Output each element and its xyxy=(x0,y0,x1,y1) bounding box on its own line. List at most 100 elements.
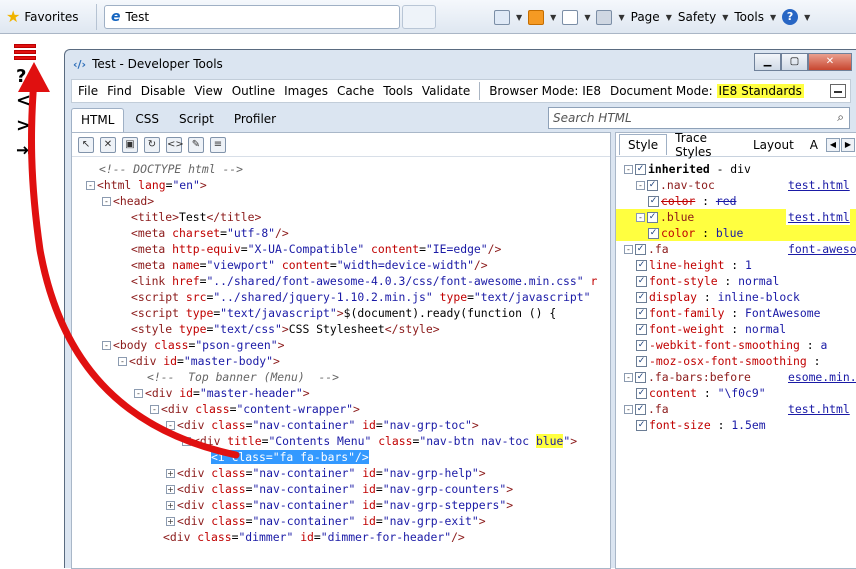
search-html-input[interactable]: Search HTML ⌕ xyxy=(548,107,850,129)
help-dropdown-icon[interactable]: ▼ xyxy=(804,13,810,22)
menu-outline[interactable]: Outline xyxy=(232,84,275,98)
style-checkbox[interactable]: ✓ xyxy=(648,196,659,207)
style-checkbox[interactable]: ✓ xyxy=(636,356,647,367)
style-property[interactable]: ✓ font-family : FontAwesome xyxy=(616,305,856,321)
style-property[interactable]: ✓ -moz-osx-font-smoothing : xyxy=(616,353,856,369)
sign-out-icon[interactable]: ⇥ xyxy=(16,142,31,160)
style-checkbox[interactable]: ✓ xyxy=(636,340,647,351)
stylesheet-link[interactable]: esome.min.css xyxy=(786,369,856,385)
style-checkbox[interactable]: ✓ xyxy=(647,212,658,223)
dom-node[interactable]: + <div class="nav-container" id="nav-grp-… xyxy=(72,465,612,481)
style-checkbox[interactable]: ✓ xyxy=(636,260,647,271)
print-icon[interactable] xyxy=(596,9,613,25)
bars-menu-icon[interactable] xyxy=(14,44,36,64)
refresh-icon[interactable]: ↻ xyxy=(144,136,160,153)
menu-images[interactable]: Images xyxy=(284,84,328,98)
stylesheet-link[interactable]: font-awesome.min.css xyxy=(786,241,856,257)
stylesheet-link[interactable]: test.html xyxy=(786,177,850,193)
menu-find[interactable]: Find xyxy=(107,84,132,98)
tab-style[interactable]: Style xyxy=(619,134,668,155)
minimize-button[interactable]: ▁ xyxy=(754,53,781,71)
style-rule[interactable]: - ✓ .blue test.html xyxy=(616,209,856,225)
style-checkbox[interactable]: ✓ xyxy=(635,372,646,383)
style-checkbox[interactable]: ✓ xyxy=(636,292,647,303)
style-property[interactable]: ✓ color : blue xyxy=(616,225,856,241)
feeds-dropdown-icon[interactable]: ▼ xyxy=(550,13,556,22)
style-checkbox[interactable]: ✓ xyxy=(647,180,658,191)
document-mode-menu[interactable]: Document Mode: IE8 Standards xyxy=(610,84,804,98)
collapse-icon[interactable]: - xyxy=(150,405,159,414)
collapse-icon[interactable]: - xyxy=(636,213,645,222)
minimize-pane-icon[interactable] xyxy=(830,84,846,98)
collapse-icon[interactable]: - xyxy=(118,357,127,366)
word-wrap-icon[interactable]: ≡ xyxy=(210,136,226,153)
dom-node[interactable]: <!-- DOCTYPE html --> xyxy=(72,161,612,177)
collapse-icon[interactable]: - xyxy=(134,389,143,398)
search-icon[interactable]: ⌕ xyxy=(837,110,844,125)
collapse-icon[interactable]: - xyxy=(624,245,633,254)
select-element-icon[interactable]: ↖ xyxy=(78,136,94,153)
collapse-icon[interactable]: - xyxy=(182,437,191,446)
chevron-right-icon[interactable]: > xyxy=(16,117,31,135)
style-checkbox[interactable]: ✓ xyxy=(636,324,647,335)
style-checkbox[interactable]: ✓ xyxy=(635,164,646,175)
menu-cache[interactable]: Cache xyxy=(337,84,374,98)
expand-icon[interactable]: + xyxy=(166,485,175,494)
collapse-icon[interactable]: - xyxy=(86,181,95,190)
dom-node[interactable]: - <head> xyxy=(72,193,612,209)
style-checkbox[interactable]: ✓ xyxy=(635,244,646,255)
scroll-left-icon[interactable]: ◀ xyxy=(826,137,840,152)
stylesheet-link[interactable]: test.html xyxy=(786,401,850,417)
menu-disable[interactable]: Disable xyxy=(141,84,186,98)
dom-node[interactable]: - <div title="Contents Menu" class="nav-b… xyxy=(72,433,612,449)
style-checkbox[interactable]: ✓ xyxy=(636,388,647,399)
clear-icon[interactable]: ✕ xyxy=(100,136,116,153)
tab-css[interactable]: CSS xyxy=(126,108,168,132)
tab-html[interactable]: HTML xyxy=(71,108,125,132)
style-property[interactable]: ✓ color : red xyxy=(616,193,856,209)
favorites-button[interactable]: ★ Favorites xyxy=(6,6,79,28)
dom-node[interactable]: <i class="fa fa-bars"/> xyxy=(72,449,612,465)
dom-node[interactable]: <meta charset="utf-8"/> xyxy=(72,225,612,241)
style-rule[interactable]: -✓.fa-bars:beforeesome.min.css xyxy=(616,369,856,385)
close-button[interactable]: ✕ xyxy=(808,53,852,71)
style-rule[interactable]: - ✓ .fa test.html xyxy=(616,401,856,417)
menu-tools[interactable]: Tools xyxy=(383,84,413,98)
dom-node[interactable]: - <div class="content-wrapper"> xyxy=(72,401,612,417)
collapse-icon[interactable]: - xyxy=(624,405,633,414)
dom-node[interactable]: <script type="text/javascript">$(documen… xyxy=(72,305,612,321)
dom-node[interactable]: <meta http-equiv="X-UA-Compatible" conte… xyxy=(72,241,612,257)
dom-node[interactable]: <meta name="viewport" content="width=dev… xyxy=(72,257,612,273)
style-property[interactable]: ✓ font-style : normal xyxy=(616,273,856,289)
menu-validate[interactable]: Validate xyxy=(422,84,470,98)
style-checkbox[interactable]: ✓ xyxy=(636,276,647,287)
scroll-right-icon[interactable]: ▶ xyxy=(841,137,855,152)
safety-menu[interactable]: Safety xyxy=(678,10,716,24)
tab-layout[interactable]: Layout xyxy=(745,135,802,155)
tools-menu[interactable]: Tools xyxy=(734,10,764,24)
dom-node[interactable]: <title>Test</title> xyxy=(72,209,612,225)
style-property[interactable]: ✓ font-size : 1.5em xyxy=(616,417,856,433)
dom-node[interactable]: <div class="dimmer" id="dimmer-for-heade… xyxy=(72,529,612,545)
dom-node[interactable]: - <div id="master-body"> xyxy=(72,353,612,369)
mail-icon[interactable] xyxy=(562,9,579,25)
style-checkbox[interactable]: ✓ xyxy=(636,420,647,431)
collapse-icon[interactable]: - xyxy=(624,373,633,382)
question-icon[interactable]: ? xyxy=(16,68,26,86)
maximize-button[interactable]: ▢ xyxy=(781,53,808,71)
new-tab-button[interactable] xyxy=(402,5,436,29)
tab-attributes[interactable]: A xyxy=(802,135,826,155)
dom-node[interactable]: - <div id="master-header"> xyxy=(72,385,612,401)
style-property[interactable]: - ✓ inherited - div xyxy=(616,161,856,177)
browser-mode-menu[interactable]: Browser Mode: IE8 xyxy=(489,84,601,98)
collapse-icon[interactable]: - xyxy=(102,341,111,350)
browser-tab[interactable]: e Test xyxy=(104,5,400,29)
dom-node[interactable]: + <div class="nav-container" id="nav-grp-… xyxy=(72,513,612,529)
help-icon[interactable]: ? xyxy=(782,9,799,25)
mail-dropdown-icon[interactable]: ▼ xyxy=(584,13,590,22)
dom-node[interactable]: <style type="text/css">CSS Stylesheet</s… xyxy=(72,321,612,337)
dom-node[interactable]: - <html lang="en"> xyxy=(72,177,612,193)
print-dropdown-icon[interactable]: ▼ xyxy=(618,13,624,22)
expand-icon[interactable]: + xyxy=(166,517,175,526)
style-property[interactable]: ✓ content : "\f0c9" xyxy=(616,385,856,401)
